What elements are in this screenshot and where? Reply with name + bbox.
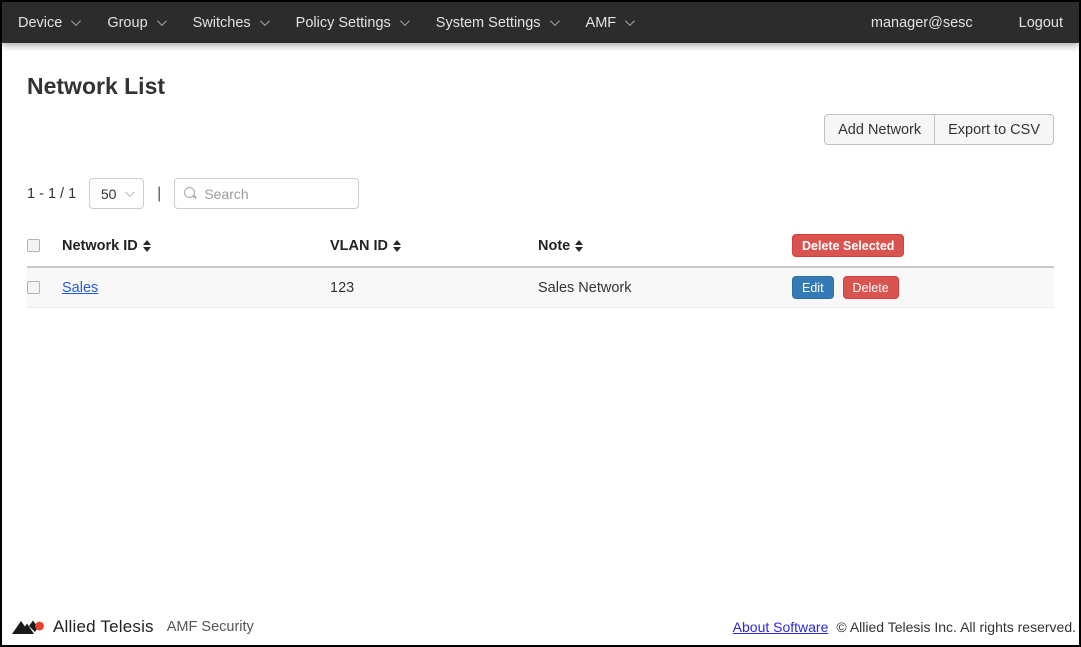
search-box bbox=[174, 178, 359, 209]
toolbar: Add Network Export to CSV bbox=[27, 114, 1054, 145]
sort-icon bbox=[143, 240, 151, 252]
nav-item-label: Switches bbox=[193, 15, 251, 31]
network-id-link[interactable]: Sales bbox=[62, 280, 98, 296]
vlan-id-cell: 123 bbox=[330, 267, 538, 308]
separator: | bbox=[157, 185, 161, 203]
chevron-down-icon bbox=[125, 187, 135, 197]
nav-item-amf[interactable]: AMF bbox=[586, 15, 633, 31]
nav-item-label: Group bbox=[107, 15, 147, 31]
chevron-down-icon bbox=[400, 16, 410, 26]
nav-item-switches[interactable]: Switches bbox=[193, 15, 267, 31]
nav-item-label: Device bbox=[18, 15, 62, 31]
list-controls: 1 - 1 / 1 50 | bbox=[27, 178, 1054, 209]
top-navbar: Device Group Switches Policy Settings Sy… bbox=[2, 2, 1079, 43]
table-row: Sales 123 Sales Network Edit Delete bbox=[27, 267, 1054, 308]
about-software-link[interactable]: About Software bbox=[733, 619, 829, 635]
nav-item-group[interactable]: Group bbox=[107, 15, 163, 31]
brand-name: Allied Telesis bbox=[53, 617, 154, 637]
column-header-note[interactable]: Note bbox=[538, 228, 792, 267]
network-table: Network ID VLAN ID Note Delete Selected … bbox=[27, 228, 1054, 308]
copyright-text: © Allied Telesis Inc. All rights reserve… bbox=[836, 619, 1076, 635]
nav-item-policy-settings[interactable]: Policy Settings bbox=[296, 15, 407, 31]
page-size-value: 50 bbox=[101, 186, 117, 202]
sort-icon bbox=[575, 240, 583, 252]
nav-item-device[interactable]: Device bbox=[18, 15, 78, 31]
page-title: Network List bbox=[27, 73, 1054, 100]
main-content: Network List Add Network Export to CSV 1… bbox=[2, 43, 1079, 609]
chevron-down-icon bbox=[157, 16, 167, 26]
chevron-down-icon bbox=[625, 16, 635, 26]
select-all-checkbox[interactable] bbox=[27, 239, 40, 252]
nav-item-label: System Settings bbox=[436, 15, 541, 31]
delete-selected-button[interactable]: Delete Selected bbox=[792, 234, 904, 257]
chevron-down-icon bbox=[260, 16, 270, 26]
delete-button[interactable]: Delete bbox=[843, 276, 899, 299]
toolbar-button-group: Add Network Export to CSV bbox=[824, 114, 1054, 145]
search-icon bbox=[184, 187, 197, 200]
logged-in-user: manager@sesc bbox=[871, 15, 973, 31]
table-header-row: Network ID VLAN ID Note Delete Selected bbox=[27, 228, 1054, 267]
column-header-vlan-id[interactable]: VLAN ID bbox=[330, 228, 538, 267]
nav-item-label: AMF bbox=[586, 15, 617, 31]
nav-item-system-settings[interactable]: System Settings bbox=[436, 15, 557, 31]
page-size-select[interactable]: 50 bbox=[89, 178, 144, 209]
chevron-down-icon bbox=[550, 16, 560, 26]
row-checkbox[interactable] bbox=[27, 281, 40, 294]
sort-icon bbox=[393, 240, 401, 252]
logout-button[interactable]: Logout bbox=[1019, 15, 1063, 31]
app-name: AMF Security bbox=[167, 619, 254, 635]
search-input[interactable] bbox=[204, 186, 349, 202]
add-network-button[interactable]: Add Network bbox=[824, 114, 935, 145]
footer: Allied Telesis AMF Security About Softwa… bbox=[2, 609, 1079, 645]
allied-telesis-logo-icon bbox=[12, 619, 45, 636]
pagination-range: 1 - 1 / 1 bbox=[27, 186, 76, 202]
edit-button[interactable]: Edit bbox=[792, 276, 834, 299]
export-csv-button[interactable]: Export to CSV bbox=[934, 114, 1054, 145]
note-cell: Sales Network bbox=[538, 267, 792, 308]
chevron-down-icon bbox=[71, 16, 81, 26]
nav-item-label: Policy Settings bbox=[296, 15, 391, 31]
column-header-network-id[interactable]: Network ID bbox=[62, 228, 330, 267]
